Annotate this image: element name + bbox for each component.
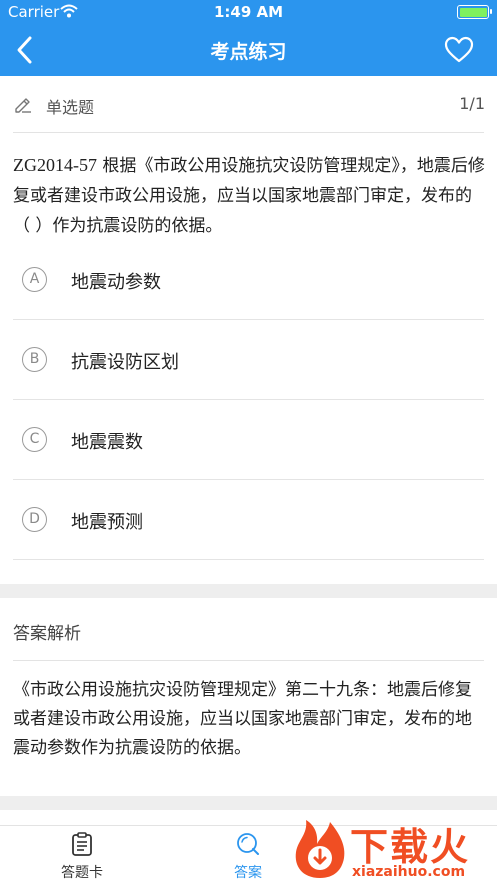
tab-answer-card[interactable]: 答题卡 (22, 826, 142, 883)
option-letter-badge: D (22, 507, 47, 532)
question-type-row: 单选题 1/1 (0, 76, 497, 132)
watermark-logo: 下载火 xiazaihuo.com (288, 810, 493, 883)
option-label: 地震动参数 (71, 272, 161, 293)
option-letter-badge: A (22, 267, 47, 292)
option-label: 地震预测 (71, 512, 143, 533)
divider (13, 660, 484, 661)
section-separator (0, 584, 497, 598)
watermark-url: xiazaihuo.com (352, 864, 466, 880)
watermark-title: 下载火 (350, 825, 471, 869)
flame-logo-icon (295, 820, 345, 878)
option-a[interactable]: A 地震动参数 (0, 240, 497, 320)
question-counter: 1/1 (459, 94, 485, 113)
favorite-button[interactable] (443, 34, 475, 66)
search-icon (237, 833, 259, 855)
analysis-heading: 答案解析 (13, 624, 81, 644)
tab-label: 答题卡 (61, 865, 103, 881)
question-type-label: 单选题 (46, 98, 95, 117)
analysis-text: 《市政公用设施抗灾设防管理规定》第二十九条：地震后修复或者建设市政公用设施，应当… (13, 680, 472, 758)
section-separator (0, 796, 497, 810)
app-header: Carrier 1:49 AM 考点练习 (0, 0, 497, 76)
question-text: ZG2014-57 根据《市政公用设施抗灾设防管理规定》，地震后修复或者建设市政… (13, 150, 485, 241)
clipboard-icon (72, 832, 92, 856)
option-d[interactable]: D 地震预测 (0, 480, 497, 560)
status-bar: Carrier 1:49 AM (0, 0, 497, 24)
option-label: 抗震设防区划 (71, 352, 179, 373)
option-b[interactable]: B 抗震设防区划 (0, 320, 497, 400)
pencil-icon (15, 98, 31, 113)
nav-bar: 考点练习 (0, 24, 497, 76)
heart-icon (444, 36, 474, 63)
option-letter-badge: B (22, 347, 47, 372)
option-letter-badge: C (22, 427, 47, 452)
option-label: 地震震数 (71, 432, 143, 453)
battery-icon (457, 5, 492, 19)
page-title: 考点练习 (210, 41, 287, 63)
question-code: ZG2014-57 (13, 155, 97, 175)
option-c[interactable]: C 地震震数 (0, 400, 497, 480)
divider (13, 132, 484, 133)
divider (13, 559, 484, 560)
status-time: 1:49 AM (213, 3, 284, 21)
